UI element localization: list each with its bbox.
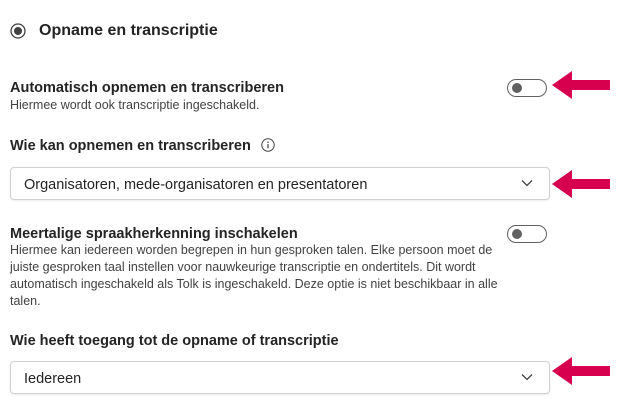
multilingual-description-line: Hiermee kan iedereen worden begrepen in …: [10, 243, 493, 257]
red-arrow-icon: [552, 357, 610, 385]
chevron-down-icon: [521, 374, 533, 381]
radio-selected-icon[interactable]: [10, 23, 26, 39]
who-has-access-select[interactable]: Iedereen: [10, 361, 550, 394]
section-title: Opname en transcriptie: [39, 22, 218, 39]
who-can-record-select[interactable]: Organisatoren, mede-organisatoren en pre…: [10, 167, 550, 200]
auto-record-title: Automatisch opnemen en transcriberen: [10, 80, 284, 96]
auto-record-toggle[interactable]: [507, 79, 547, 97]
auto-record-description: Hiermee wordt ook transcriptie ingeschak…: [10, 98, 260, 112]
multilingual-description: Hiermee kan iedereen worden begrepen in …: [10, 242, 498, 310]
multilingual-description-line: juiste gesproken taal instellen voor nau…: [10, 260, 476, 274]
toggle-knob: [512, 83, 522, 93]
multilingual-title: Meertalige spraakherkenning inschakelen: [10, 226, 298, 242]
multilingual-description-line: talen.: [10, 294, 41, 308]
toggle-knob: [512, 229, 522, 239]
who-has-access-title: Wie heeft toegang tot de opname of trans…: [10, 333, 339, 349]
multilingual-description-line: automatisch ingeschakeld als Tolk is ing…: [10, 277, 498, 291]
red-arrow-icon: [552, 170, 610, 198]
red-arrow-icon: [552, 71, 610, 99]
who-can-record-value: Organisatoren, mede-organisatoren en pre…: [24, 177, 368, 193]
who-can-record-label: Wie kan opnemen en transcriberen: [10, 138, 251, 154]
multilingual-toggle[interactable]: [507, 225, 547, 243]
who-has-access-value: Iedereen: [24, 371, 82, 387]
chevron-down-icon: [521, 180, 533, 187]
who-can-record-title: Wie kan opnemen en transcriberen: [10, 138, 275, 154]
section-header: Opname en transcriptie: [10, 22, 218, 40]
info-icon[interactable]: [261, 138, 275, 152]
